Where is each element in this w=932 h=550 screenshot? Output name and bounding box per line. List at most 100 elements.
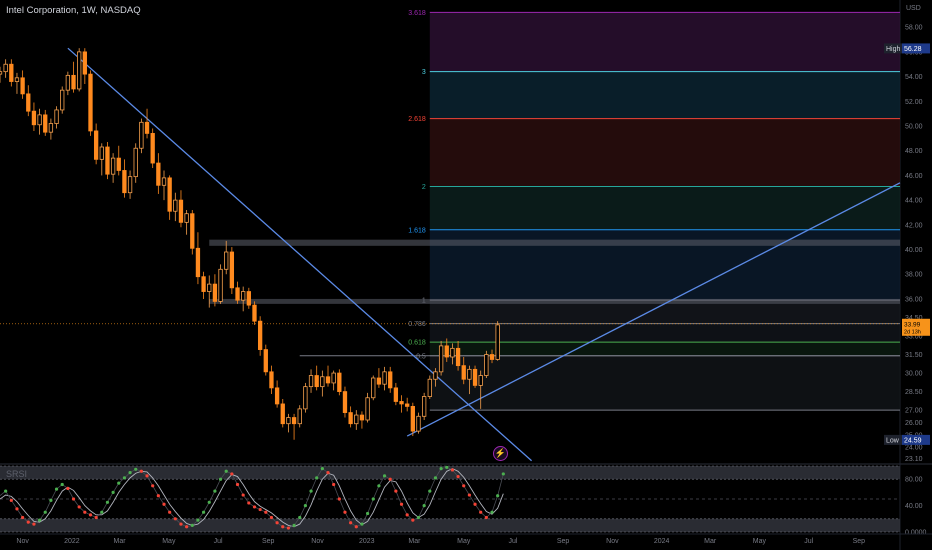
fib-level-label: 0.618 <box>408 340 426 347</box>
candle-body <box>190 213 195 249</box>
candle-body <box>320 376 325 388</box>
candle-body <box>212 283 218 302</box>
srsi-k-point <box>445 465 449 469</box>
srsi-k-point <box>371 497 375 501</box>
candle-body <box>201 276 206 292</box>
candle-body <box>178 199 184 223</box>
candle-body <box>274 387 280 405</box>
srsi-k-point <box>467 493 471 497</box>
srsi-k-point <box>201 510 206 514</box>
candle-body <box>263 349 268 373</box>
srsi-k-point <box>258 507 262 512</box>
candle-body <box>195 247 201 278</box>
candle-body <box>173 199 178 212</box>
price-tick-label: 52.00 <box>905 99 923 106</box>
candle-body <box>421 396 427 417</box>
price-tick-label: 50.00 <box>905 124 923 131</box>
price-tick-label: 38.00 <box>905 272 923 279</box>
srsi-k-point <box>88 513 93 517</box>
srsi-k-point <box>354 525 358 529</box>
srsi-k-point <box>377 484 381 488</box>
srsi-k-point <box>456 474 460 479</box>
srsi-k-point <box>264 510 268 514</box>
candle-body <box>127 176 133 194</box>
srsi-k-point <box>462 484 466 488</box>
srsi-k-point <box>173 517 177 521</box>
candle-body <box>382 371 387 385</box>
candle-body <box>60 89 65 111</box>
srsi-k-point <box>151 484 155 488</box>
time-tick-label: Nov <box>606 538 619 545</box>
candle-body <box>156 162 161 186</box>
candle-body <box>229 251 235 289</box>
srsi-k-point <box>484 515 488 520</box>
candle-body <box>472 368 478 386</box>
fib-zone <box>429 323 900 343</box>
candle-body <box>77 51 82 90</box>
srsi-k-point <box>501 472 505 476</box>
srsi-k-point <box>450 468 455 472</box>
srsi-k-point <box>382 474 387 478</box>
srsi-k-point <box>365 511 370 516</box>
srsi-k-point <box>241 493 245 497</box>
candle-body <box>133 147 138 178</box>
candle-body <box>0 71 3 75</box>
fib-level-label: 2.618 <box>408 116 426 123</box>
fib-zone <box>429 342 900 356</box>
time-tick-label: May <box>753 538 767 545</box>
fib-level-label: 3 <box>422 69 426 76</box>
price-chart[interactable]: 3.61832.61821.61810.7860.6180.50USD58.00… <box>0 0 932 550</box>
srsi-k-point <box>134 467 138 471</box>
candle-body <box>14 77 20 82</box>
srsi-k-point <box>145 474 149 478</box>
fib-zone <box>429 355 900 411</box>
high-badge-value: 56.28 <box>904 46 922 53</box>
srsi-k-point <box>320 467 324 471</box>
srsi-k-point <box>100 510 104 514</box>
srsi-k-point <box>122 476 127 480</box>
srsi-k-point <box>360 522 364 526</box>
time-tick-label: 2024 <box>654 538 670 545</box>
symbol-title: Intel Corporation, 1W, NASDAQ <box>6 5 141 16</box>
srsi-k-point <box>332 482 336 487</box>
srsi-tick-label: 80.00 <box>905 477 923 484</box>
candle-body <box>139 121 144 149</box>
srsi-k-point <box>117 481 121 485</box>
candle-body <box>105 146 110 175</box>
lightning-icon[interactable]: ⚡ <box>493 446 508 461</box>
srsi-k-point <box>218 477 223 481</box>
candle-body <box>48 123 54 133</box>
srsi-k-point <box>309 489 313 493</box>
srsi-tick-label: 40.00 <box>905 503 923 510</box>
candle-body <box>376 377 382 385</box>
srsi-k-point <box>139 469 143 473</box>
candle-body <box>308 375 314 388</box>
candle-body <box>184 213 189 223</box>
candle-body <box>416 415 421 432</box>
candle-body <box>314 375 319 388</box>
srsi-k-point <box>77 505 81 509</box>
time-tick-label: 2023 <box>359 538 375 545</box>
price-tick-label: 28.50 <box>905 389 923 396</box>
srsi-k-point <box>399 502 404 506</box>
srsi-k-point <box>405 513 409 517</box>
candle-body <box>371 377 376 399</box>
price-tick-label: 46.00 <box>905 173 923 180</box>
srsi-k-point <box>479 510 483 514</box>
srsi-k-point <box>15 507 19 511</box>
candle-body <box>495 324 500 360</box>
srsi-k-point <box>71 497 76 501</box>
time-tick-label: Mar <box>704 538 717 545</box>
candle-body <box>280 403 285 425</box>
srsi-lower-band <box>0 518 900 532</box>
srsi-k-point <box>21 515 25 520</box>
srsi-k-point <box>128 471 132 475</box>
candle-body <box>110 157 116 175</box>
srsi-k-point <box>411 518 415 522</box>
candle-body <box>291 417 297 425</box>
time-tick-label: Sep <box>557 538 570 545</box>
candle-body <box>20 77 25 95</box>
time-tick-label: Sep <box>853 538 866 545</box>
srsi-k-point <box>439 467 443 471</box>
srsi-k-point <box>162 502 166 506</box>
